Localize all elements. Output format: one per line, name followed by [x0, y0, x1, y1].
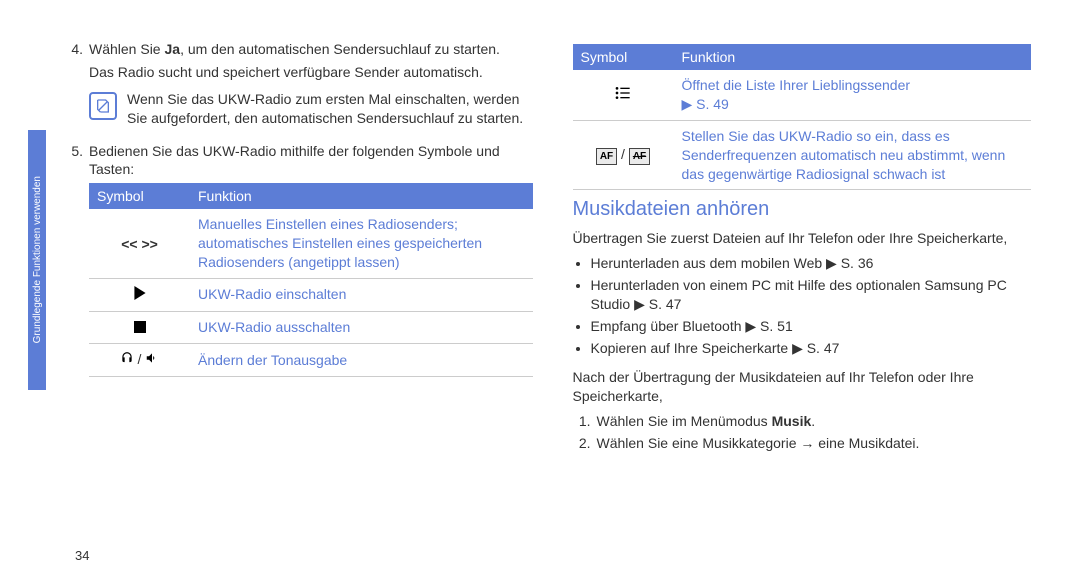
function-cell: Stellen Sie das UKW-Radio so ein, dass e…: [674, 120, 1031, 190]
list-item: Empfang über Bluetooth ▶ S. 51: [591, 317, 1041, 336]
function-cell: Öffnet die Liste Ihrer Lieblingssender ▶…: [674, 70, 1031, 120]
step-text: Wählen Sie Ja, um den automatischen Send…: [89, 40, 500, 59]
symbol-cell: [573, 70, 674, 120]
symbol-table-left: Symbol Funktion << >> Manuelles Einstell…: [89, 183, 533, 377]
table-row: UKW-Radio einschalten: [89, 279, 533, 312]
step-2: 2. Wählen Sie eine Musikkategorie → eine…: [573, 434, 1041, 453]
symbol-cell: AF / AF: [573, 120, 674, 190]
step-number: 5.: [65, 142, 83, 180]
step-number: 1.: [573, 412, 591, 431]
af-on-icon: AF: [596, 148, 617, 166]
symbol-cell: /: [89, 344, 190, 377]
table-row: / Ändern der Tonausgabe: [89, 344, 533, 377]
note-box: Wenn Sie das UKW-Radio zum ersten Mal ei…: [89, 90, 533, 128]
function-cell: Manuelles Einstellen eines Radiosenders;…: [190, 209, 533, 278]
section-tab: Grundlegende Funktionen verwenden: [28, 130, 46, 390]
speaker-icon: [145, 351, 159, 370]
step-number: 2.: [573, 434, 591, 453]
page-number: 34: [75, 548, 89, 563]
table-header-symbol: Symbol: [89, 183, 190, 209]
right-column: Symbol Funktion Öffnet die Liste Ihrer L…: [573, 40, 1041, 565]
section-heading: Musikdateien anhören: [573, 198, 1041, 221]
seek-icon: << >>: [121, 235, 158, 254]
step-5: 5. Bedienen Sie das UKW-Radio mithilfe d…: [65, 142, 533, 180]
table-header-function: Funktion: [190, 183, 533, 209]
function-cell: Ändern der Tonausgabe: [190, 344, 533, 377]
headphone-icon: [120, 351, 134, 370]
symbol-cell: [89, 279, 190, 312]
list-icon: [615, 86, 631, 105]
left-column: 4. Wählen Sie Ja, um den automatischen S…: [65, 40, 533, 565]
symbol-table-right: Symbol Funktion Öffnet die Liste Ihrer L…: [573, 44, 1031, 190]
table-row: AF / AF Stellen Sie das UKW-Radio so ein…: [573, 120, 1031, 190]
symbol-cell: [89, 311, 190, 344]
bullet-list: Herunterladen aus dem mobilen Web ▶ S. 3…: [573, 254, 1041, 357]
table-row: UKW-Radio ausschalten: [89, 311, 533, 344]
step-number: 4.: [65, 40, 83, 59]
function-cell: UKW-Radio einschalten: [190, 279, 533, 312]
list-item: Kopieren auf Ihre Speicherkarte ▶ S. 47: [591, 339, 1041, 358]
play-icon: [133, 286, 147, 305]
step-text: Wählen Sie im Menümodus Musik.: [597, 412, 816, 431]
note-icon: [89, 92, 117, 120]
af-off-icon: AF: [629, 148, 650, 166]
table-header-symbol: Symbol: [573, 44, 674, 70]
table-row: Öffnet die Liste Ihrer Lieblingssender ▶…: [573, 70, 1031, 120]
table-row: << >> Manuelles Einstellen eines Radiose…: [89, 209, 533, 278]
note-text: Wenn Sie das UKW-Radio zum ersten Mal ei…: [127, 90, 533, 128]
after-text: Nach der Übertragung der Musikdateien au…: [573, 368, 1041, 406]
list-item: Herunterladen aus dem mobilen Web ▶ S. 3…: [591, 254, 1041, 273]
section-tab-label: Grundlegende Funktionen verwenden: [32, 176, 43, 343]
step-text: Wählen Sie eine Musikkategorie → eine Mu…: [597, 434, 920, 453]
step-4-sub: Das Radio sucht und speichert verfügbare…: [89, 63, 533, 82]
list-item: Herunterladen von einem PC mit Hilfe des…: [591, 276, 1041, 314]
page-content: 4. Wählen Sie Ja, um den automatischen S…: [0, 0, 1080, 585]
function-cell: UKW-Radio ausschalten: [190, 311, 533, 344]
symbol-cell: << >>: [89, 209, 190, 278]
step-4: 4. Wählen Sie Ja, um den automatischen S…: [65, 40, 533, 59]
step-1: 1. Wählen Sie im Menümodus Musik.: [573, 412, 1041, 431]
step-text: Bedienen Sie das UKW-Radio mithilfe der …: [89, 142, 533, 180]
table-header-function: Funktion: [674, 44, 1031, 70]
stop-icon: [134, 319, 146, 338]
intro-text: Übertragen Sie zuerst Dateien auf Ihr Te…: [573, 229, 1041, 248]
